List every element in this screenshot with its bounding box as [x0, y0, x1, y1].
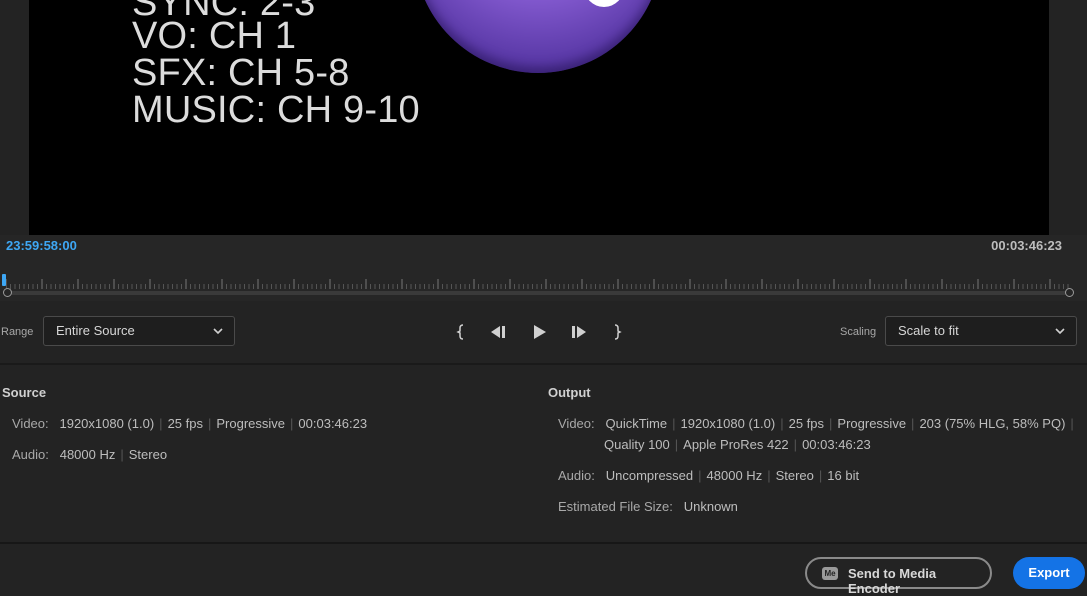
output-video-label: Video: — [558, 416, 595, 431]
output-title: Output — [548, 385, 591, 400]
output-audio-bitdepth: 16 bit — [827, 468, 860, 483]
in-point-handle[interactable] — [3, 288, 12, 297]
source-video-row: Video: 1920x1080 (1.0) | 25 fps | Progressiv… — [12, 416, 368, 431]
source-audio-label: Audio: — [12, 447, 49, 462]
current-timecode[interactable]: 23:59:58:00 — [6, 238, 77, 253]
play-icon[interactable] — [528, 322, 550, 342]
chevron-down-icon — [213, 328, 223, 335]
send-to-media-encoder-button[interactable]: Me Send to Media Encoder — [805, 557, 992, 596]
output-video-codec: Apple ProRes 422 — [683, 437, 789, 452]
output-video-row-2: Quality 100 | Apple ProRes 422 | 00:03:46:23 — [604, 437, 871, 452]
output-size-label: Estimated File Size: — [558, 499, 673, 514]
source-video-duration: 00:03:46:23 — [298, 416, 368, 431]
step-back-icon[interactable] — [488, 322, 510, 342]
duration-timecode: 00:03:46:23 — [991, 238, 1062, 253]
preview-text-line: MUSIC: CH 9-10 — [132, 89, 420, 131]
range-dropdown[interactable]: Entire Source — [43, 316, 235, 346]
footer-divider — [0, 542, 1087, 544]
source-title: Source — [2, 385, 47, 400]
range-value: Entire Source — [56, 323, 135, 338]
output-audio-label: Audio: — [558, 468, 595, 483]
output-size-row: Estimated File Size: Unknown — [558, 499, 738, 514]
output-audio-rate: 48000 Hz — [706, 468, 763, 483]
source-video-fps: 25 fps — [167, 416, 203, 431]
range-label: Range — [1, 326, 34, 338]
source-audio-channels: Stereo — [128, 447, 168, 462]
output-video-duration: 00:03:46:23 — [802, 437, 871, 452]
output-audio-format: Uncompressed — [605, 468, 694, 483]
output-video-scan: Progressive — [837, 416, 907, 431]
playhead[interactable] — [2, 274, 6, 286]
source-video-resolution: 1920x1080 (1.0) — [59, 416, 155, 431]
output-audio-channels: Stereo — [775, 468, 814, 483]
out-point-handle[interactable] — [1065, 288, 1074, 297]
scaling-label: Scaling — [840, 326, 877, 338]
mark-in-icon[interactable] — [450, 322, 472, 342]
step-forward-icon[interactable] — [567, 322, 589, 342]
export-button[interactable]: Export — [1013, 557, 1085, 589]
ruler-ticks — [6, 279, 1069, 289]
scaling-dropdown[interactable]: Scale to fit — [885, 316, 1077, 346]
send-to-media-encoder-label: Send to Media Encoder — [848, 566, 937, 596]
output-video-fps: 25 fps — [788, 416, 825, 431]
chevron-down-icon — [1055, 328, 1065, 335]
output-video-format: QuickTime — [605, 416, 668, 431]
video-preview: SYNC: 2-3 VO: CH 1 SFX: CH 5-8 MUSIC: CH… — [29, 0, 1049, 235]
media-encoder-icon: Me — [822, 567, 838, 580]
source-video-label: Video: — [12, 416, 49, 431]
output-audio-row: Audio: Uncompressed | 48000 Hz | Stereo | 16 b… — [558, 468, 860, 483]
section-divider — [0, 363, 1087, 365]
output-video-row: Video: QuickTime | 1920x1080 (1.0) | 25 fps |… — [558, 416, 1074, 431]
scaling-value: Scale to fit — [898, 323, 959, 338]
timecode-bar — [0, 235, 1087, 257]
output-size-value: Unknown — [683, 499, 738, 514]
source-audio-row: Audio: 48000 Hz | Stereo — [12, 447, 168, 462]
mark-out-icon[interactable] — [606, 322, 628, 342]
output-video-color: 203 (75% HLG, 58% PQ) — [919, 416, 1066, 431]
output-video-resolution: 1920x1080 (1.0) — [680, 416, 776, 431]
output-video-quality: Quality 100 — [604, 437, 670, 452]
scrub-track[interactable] — [8, 291, 1070, 295]
source-audio-rate: 48000 Hz — [59, 447, 116, 462]
preview-sphere-graphic — [414, 0, 662, 73]
source-video-scan: Progressive — [216, 416, 286, 431]
